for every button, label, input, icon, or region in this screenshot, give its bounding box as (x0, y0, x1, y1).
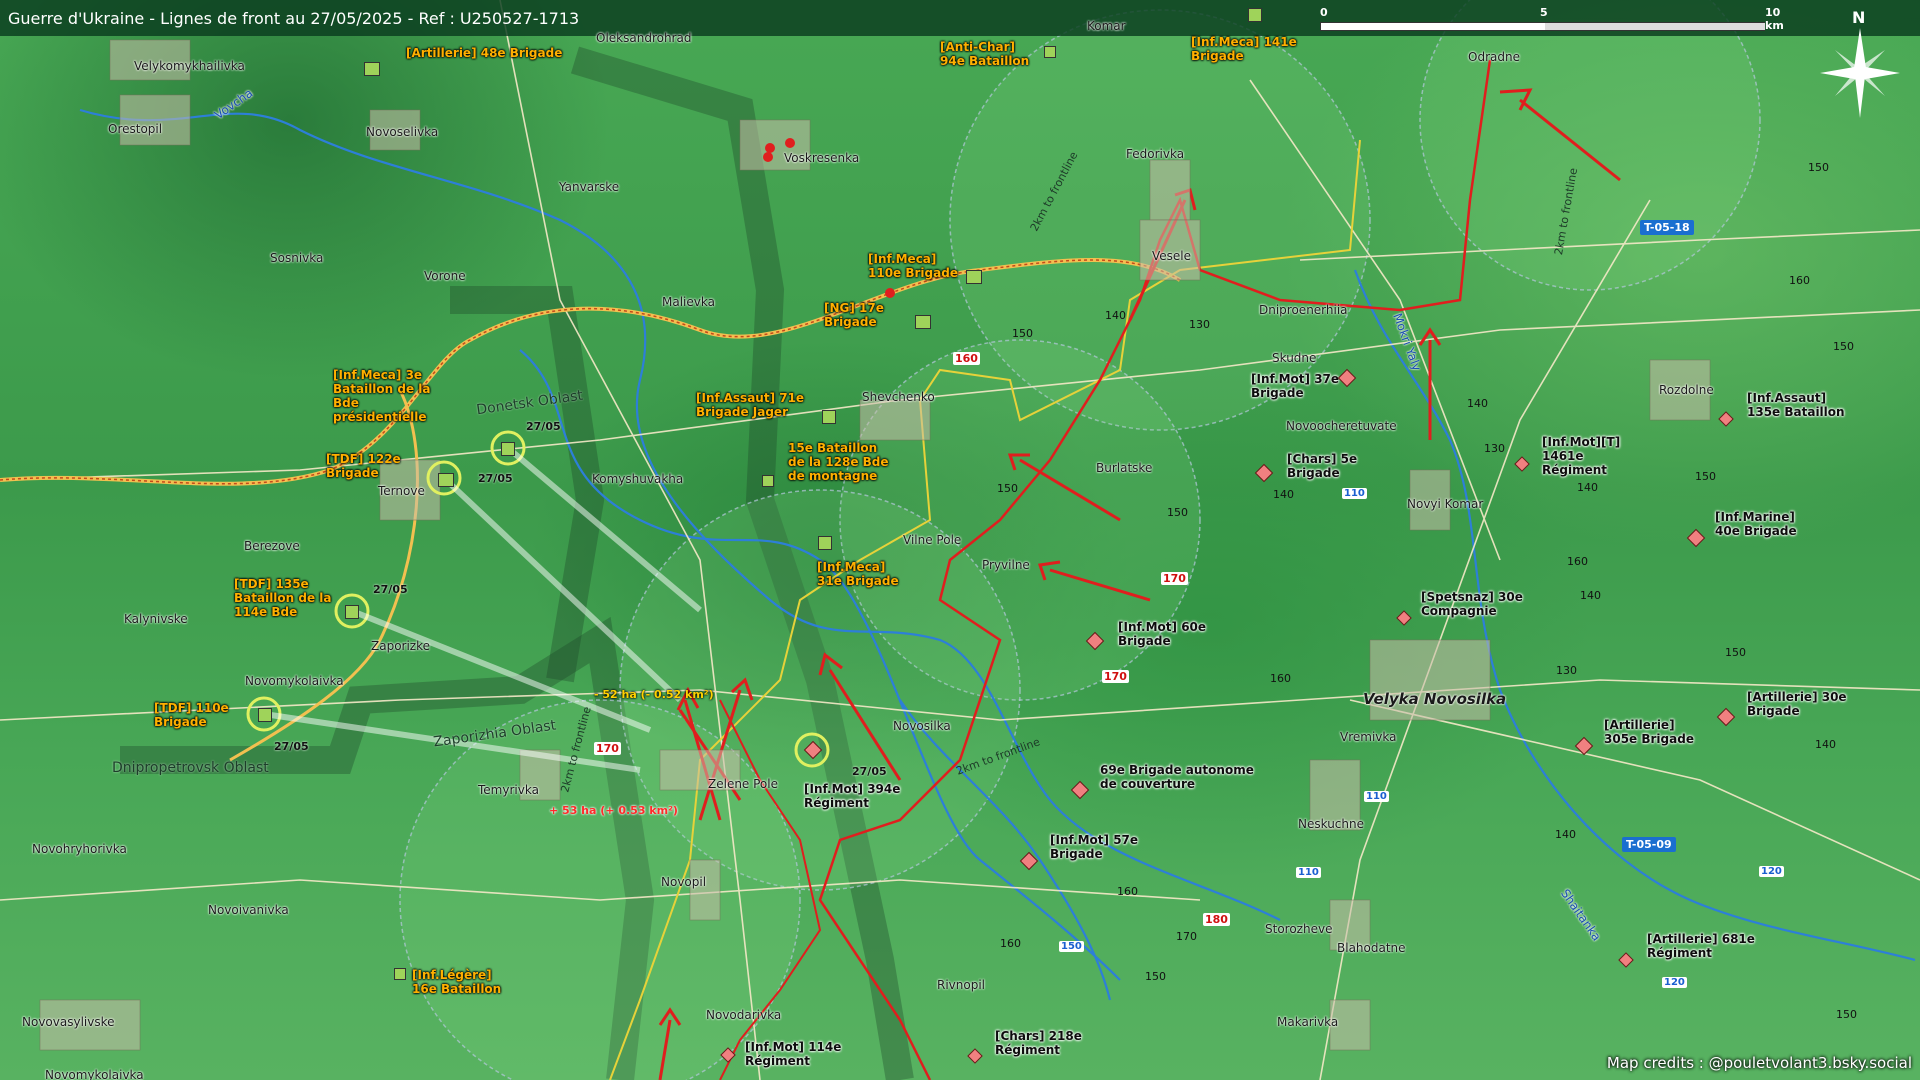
road-120-a: 120 (1759, 866, 1784, 877)
road-110-a: 110 (1342, 488, 1367, 499)
date-label-2: 27/05 (478, 472, 513, 485)
territory-loss-label: - 52 ha (- 0.52 km²) (594, 688, 714, 701)
road-110-c: 110 (1296, 867, 1321, 878)
map-credits: Map credits : @pouletvolant3.bsky.social (1606, 1054, 1912, 1072)
date-label-5: 27/05 (852, 765, 887, 778)
territory-gain-label: + 53 ha (+ 0.53 km²) (549, 804, 678, 817)
road-120-b: 120 (1662, 977, 1687, 988)
date-label-4: 27/05 (274, 740, 309, 753)
road-110-b: 110 (1364, 791, 1389, 802)
road-150: 150 (1059, 941, 1084, 952)
road-t-05-09: T-05-09 (1622, 837, 1676, 852)
date-label-3: 27/05 (373, 583, 408, 596)
map-canvas[interactable]: Guerre d'Ukraine - Lignes de front au 27… (0, 0, 1920, 1080)
ru-unit-markers (720, 368, 1736, 1064)
date-label-1: 27/05 (526, 420, 561, 433)
road-t-05-18: T-05-18 (1640, 220, 1694, 235)
